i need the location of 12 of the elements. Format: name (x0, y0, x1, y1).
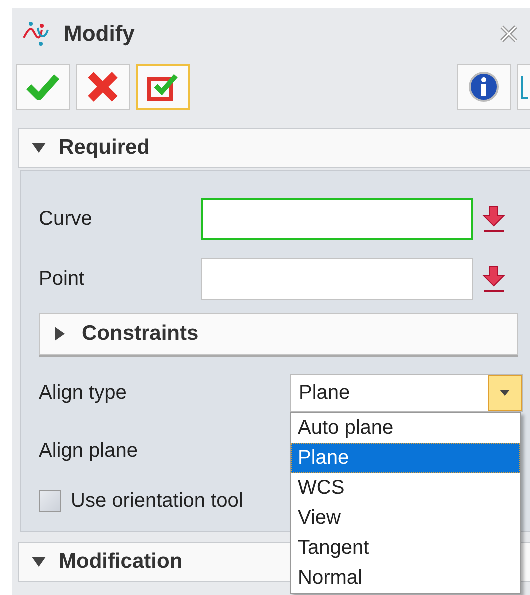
field-label: Align type (39, 382, 128, 404)
field-label: Curve (39, 208, 94, 230)
dropdown-option[interactable]: Auto plane (291, 413, 520, 443)
checkbox-label: Use orientation tool (71, 490, 244, 512)
window-title: Modify (64, 21, 135, 47)
dropdown-option[interactable]: WCS (291, 473, 520, 503)
dropdown-option[interactable]: View (291, 503, 520, 533)
field-label: Align plane (39, 440, 138, 462)
section-header[interactable]: Required (18, 128, 530, 168)
dropdown-option[interactable]: Plane (291, 443, 520, 473)
section-header[interactable]: Constraints (39, 313, 518, 355)
field-label: Point (39, 268, 86, 290)
